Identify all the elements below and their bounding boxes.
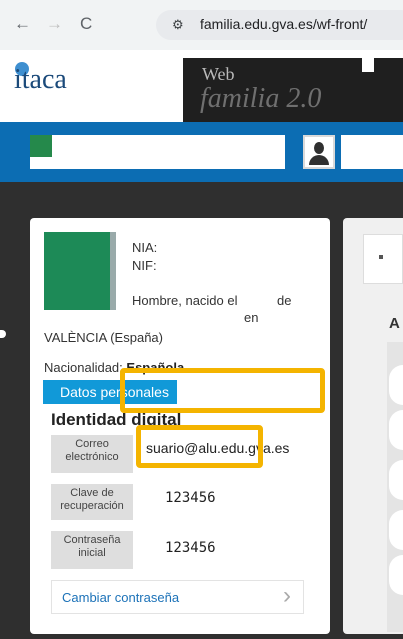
right-tab[interactable] — [363, 234, 403, 284]
birth-date-connector: de — [277, 293, 292, 308]
itaca-logo[interactable]: itaca — [14, 64, 67, 96]
back-icon[interactable]: ← — [14, 14, 31, 34]
nif-label: NIF: — [132, 258, 157, 273]
right-panel-heading: A — [389, 315, 400, 332]
right-list-item[interactable] — [389, 460, 403, 500]
site-info-icon[interactable]: ⚙ — [172, 17, 184, 33]
recovery-key-value: 123456 — [165, 490, 216, 506]
birth-city: VALÈNCIA (España) — [44, 330, 163, 345]
user-icon-head — [314, 142, 324, 154]
banner-web-text: Web — [202, 64, 235, 84]
student-selector[interactable] — [30, 135, 285, 169]
email-label: Correo electrónico — [51, 435, 133, 473]
gender-birth-text: Hombre, nacido el — [132, 293, 238, 308]
student-photo — [44, 232, 110, 310]
nationality-label: Nacionalidad: — [44, 360, 123, 375]
photo-shadow — [110, 232, 116, 310]
right-list-item[interactable] — [389, 555, 403, 595]
user-icon[interactable] — [303, 135, 335, 169]
student-avatar — [30, 135, 52, 157]
initial-password-value: 123456 — [165, 540, 216, 556]
right-tab-marker — [379, 255, 383, 259]
user-icon-body — [309, 155, 329, 165]
right-list-item[interactable] — [389, 410, 403, 450]
user-name-field[interactable] — [341, 135, 403, 169]
side-handle[interactable] — [0, 330, 6, 338]
banner-title: familia 2.0 — [200, 83, 322, 114]
highlight-box — [120, 368, 325, 413]
right-list-item[interactable] — [389, 365, 403, 405]
recovery-key-label: Clave de recuperación — [51, 484, 133, 520]
highlight-box — [136, 425, 263, 468]
change-password-label[interactable]: Cambiar contraseña — [62, 590, 179, 605]
right-list-item[interactable] — [389, 510, 403, 550]
url-text[interactable]: familia.edu.gva.es/wf-front/ — [200, 16, 367, 32]
chevron-right-icon[interactable]: › — [283, 584, 291, 608]
birth-place-connector: en — [244, 310, 259, 325]
nia-label: NIA: — [132, 240, 158, 255]
forward-icon[interactable]: → — [46, 14, 63, 34]
reload-icon[interactable]: C — [80, 14, 92, 34]
initial-password-label: Contraseña inicial — [51, 531, 133, 569]
banner-decoration — [362, 58, 374, 72]
